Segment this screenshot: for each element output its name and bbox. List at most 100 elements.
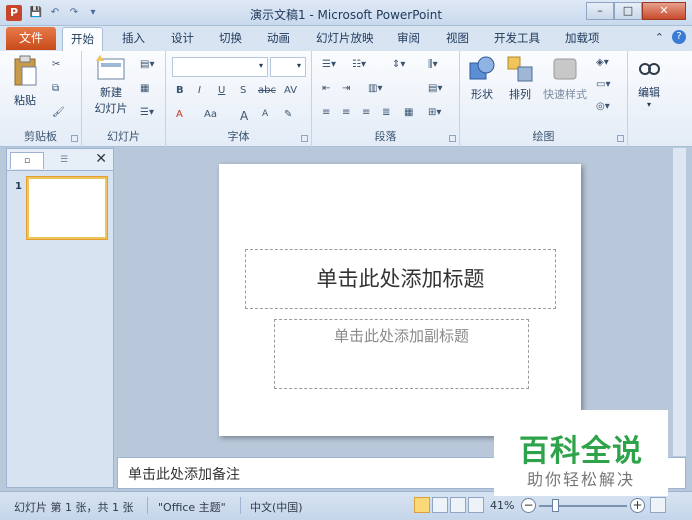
language-indicator[interactable]: 中文(中国) (250, 499, 303, 515)
normal-view-icon[interactable] (414, 497, 430, 513)
bold-button[interactable]: B (176, 85, 184, 96)
edit-button[interactable]: 编辑 ▾ (632, 55, 666, 109)
layout-icon[interactable]: ▤▾ (140, 59, 154, 70)
quick-styles-icon (553, 58, 577, 80)
reading-view-icon[interactable] (450, 497, 466, 513)
paste-icon (14, 55, 37, 86)
ribbon-tabs: 文件 开始 插入 设计 切换 动画 幻灯片放映 审阅 视图 开发工具 加载项 ⌃… (0, 26, 692, 51)
increase-indent-icon[interactable]: ⇥ (342, 83, 350, 94)
bullets-icon[interactable]: ☰▾ (322, 59, 336, 70)
font-color-button[interactable]: A (176, 109, 183, 120)
font-name-dropdown[interactable]: ▾ (172, 57, 268, 77)
tab-animations[interactable]: 动画 (267, 30, 290, 46)
maximize-button[interactable]: □ (614, 2, 642, 20)
tab-home[interactable]: 开始 (62, 27, 103, 51)
tab-addins[interactable]: 加载项 (565, 30, 600, 46)
text-direction-icon[interactable]: ▥▾ (368, 83, 382, 94)
theme-name[interactable]: "Office 主题" (158, 499, 226, 515)
close-button[interactable]: ✕ (642, 2, 686, 20)
title-bar: P 💾 ↶ ↷ ▾ 演示文稿1 - Microsoft PowerPoint –… (0, 0, 692, 26)
slides-group-label: 幻灯片 (107, 130, 140, 143)
font-group-label: 字体 (227, 130, 250, 143)
group-paragraph: ☰▾ ☷▾ ⇕▾ ⫼▾ ⇤ ⇥ ▥▾ ▤▾ ≡ ≡ ≡ ≣ ▦ ⊞▾ 段落 (312, 51, 460, 147)
clipboard-group-label: 剪贴板 (24, 130, 57, 143)
distributed-icon[interactable]: ▦ (404, 107, 413, 118)
tab-review[interactable]: 审阅 (397, 30, 420, 46)
shape-fill-icon[interactable]: ◈▾ (596, 57, 609, 68)
slide-info: 幻灯片 第 1 张，共 1 张 (14, 501, 134, 514)
section-icon[interactable]: ☰▾ (140, 107, 154, 118)
find-icon (639, 63, 660, 75)
clipboard-launcher-icon[interactable] (71, 135, 78, 142)
drawing-group-label: 绘图 (532, 130, 555, 143)
drawing-launcher-icon[interactable] (617, 135, 624, 142)
align-left-icon[interactable]: ≡ (322, 107, 330, 118)
char-spacing-button[interactable]: AV (284, 85, 297, 96)
tab-file[interactable]: 文件 (6, 27, 56, 50)
clear-format-icon[interactable]: ✎ (284, 109, 292, 120)
format-painter-icon[interactable]: 🖌 (52, 107, 65, 118)
align-center-icon[interactable]: ≡ (342, 107, 350, 118)
slideshow-view-icon[interactable] (468, 497, 484, 513)
zoom-slider-knob[interactable] (552, 499, 559, 512)
line-spacing-icon[interactable]: ⇕▾ (392, 59, 405, 70)
cut-icon[interactable]: ✂ (52, 59, 60, 70)
slide-canvas[interactable]: 单击此处添加标题 单击此处添加副标题 (219, 164, 581, 436)
group-editing: 编辑 ▾ (628, 51, 668, 147)
tab-right-controls: ⌃ ? (655, 30, 686, 44)
align-right-icon[interactable]: ≡ (362, 107, 370, 118)
tab-design[interactable]: 设计 (171, 30, 194, 46)
decrease-indent-icon[interactable]: ⇤ (322, 83, 330, 94)
group-slides: 新建 幻灯片 ▤▾ ▦ ☰▾ 幻灯片 (82, 51, 166, 147)
slide-thumbnail[interactable] (27, 177, 107, 239)
tab-slides-thumbnails[interactable]: ▫ (10, 152, 44, 169)
quick-styles-button[interactable]: 快速样式 (540, 55, 590, 102)
slide-sorter-icon[interactable] (432, 497, 448, 513)
arrange-button[interactable]: 排列 (504, 55, 536, 102)
shadow-button[interactable]: S (240, 85, 246, 96)
watermark-subtitle: 助你轻松解决 (526, 470, 635, 489)
minimize-button[interactable]: – (586, 2, 614, 20)
help-icon[interactable]: ? (672, 30, 686, 44)
collapse-ribbon-icon[interactable]: ⌃ (655, 31, 664, 44)
font-launcher-icon[interactable] (301, 135, 308, 142)
close-pane-icon[interactable]: ✕ (95, 151, 107, 167)
ribbon: 粘贴 ✂ ⧉ 🖌 剪贴板 新建 幻灯片 ▤▾ ▦ ☰▾ 幻灯片 ▾ ▾ B I … (0, 51, 692, 147)
font-size-dropdown[interactable]: ▾ (270, 57, 306, 77)
change-case-button[interactable]: Aa (204, 109, 217, 120)
title-placeholder[interactable]: 单击此处添加标题 (245, 249, 556, 309)
strikethrough-button[interactable]: abc (258, 85, 276, 96)
subtitle-placeholder[interactable]: 单击此处添加副标题 (274, 319, 529, 389)
shape-outline-icon[interactable]: ▭▾ (596, 79, 610, 90)
smartart-icon[interactable]: ⊞▾ (428, 107, 441, 118)
paragraph-launcher-icon[interactable] (449, 135, 456, 142)
fit-to-window-icon[interactable] (650, 497, 666, 513)
new-slide-button[interactable]: 新建 幻灯片 (88, 55, 134, 116)
copy-icon[interactable]: ⧉ (52, 83, 59, 94)
zoom-level[interactable]: 41% (490, 499, 514, 512)
underline-button[interactable]: U (218, 85, 225, 96)
shapes-button[interactable]: 形状 (466, 55, 498, 102)
reset-icon[interactable]: ▦ (140, 83, 149, 94)
zoom-out-icon[interactable]: − (521, 498, 536, 513)
tab-outline[interactable]: ☰ (47, 152, 81, 169)
shape-effects-icon[interactable]: ◎▾ (596, 101, 610, 112)
numbering-icon[interactable]: ☷▾ (352, 59, 366, 70)
justify-icon[interactable]: ≣ (382, 107, 390, 118)
window-controls: – □ ✕ (586, 2, 686, 20)
tab-slideshow[interactable]: 幻灯片放映 (316, 30, 374, 46)
italic-button[interactable]: I (198, 85, 201, 96)
shapes-icon (469, 56, 495, 80)
tab-transitions[interactable]: 切换 (219, 30, 242, 46)
tab-developer[interactable]: 开发工具 (494, 30, 540, 46)
paste-button[interactable]: 粘贴 (8, 55, 42, 108)
tab-insert[interactable]: 插入 (122, 30, 145, 46)
zoom-in-icon[interactable]: + (630, 498, 645, 513)
tab-view[interactable]: 视图 (446, 30, 469, 46)
align-text-icon[interactable]: ▤▾ (428, 83, 442, 94)
grow-font-button[interactable]: A (240, 109, 248, 123)
shrink-font-button[interactable]: A (262, 109, 268, 119)
slides-pane: ▫ ☰ ✕ 1 (6, 148, 114, 488)
columns-icon[interactable]: ⫼▾ (428, 59, 438, 70)
vertical-scrollbar[interactable] (672, 148, 686, 456)
